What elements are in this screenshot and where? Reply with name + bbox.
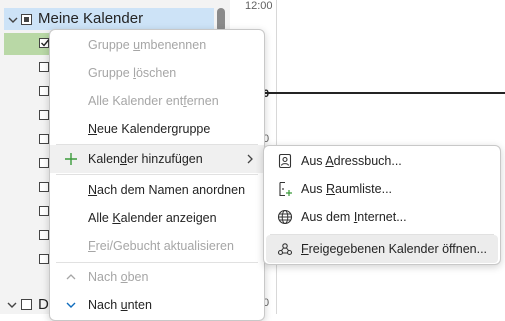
globe-icon (277, 209, 293, 225)
plus-icon (65, 153, 77, 165)
menu-item-label: Nach oben (88, 270, 149, 284)
chevron-down-icon[interactable] (7, 14, 19, 26)
menu-item-new-calendar-group[interactable]: Neue Kalendergruppe (50, 115, 264, 143)
menu-item-label: Gruppe umbenennen (88, 38, 207, 52)
menu-item-label: Alle Kalender anzeigen (88, 211, 217, 225)
submenu-item-label: Aus dem Internet... (301, 210, 407, 224)
menu-item-label: Gruppe löschen (88, 66, 177, 80)
calendar-checkbox[interactable] (39, 110, 49, 120)
calendar-checkbox[interactable] (39, 206, 49, 216)
submenu-item-open-shared-calendar[interactable]: Freigegebenen Kalender öffnen... (266, 235, 498, 263)
menu-item-delete-group[interactable]: Gruppe löschen (50, 59, 264, 87)
menu-item-label: Neue Kalendergruppe (88, 122, 211, 136)
menu-item-refresh-free-busy[interactable]: Frei/Gebucht aktualisieren (50, 232, 264, 260)
calendar-checkbox[interactable] (39, 182, 49, 192)
submenu-item-from-address-book[interactable]: Aus Adressbuch... (264, 147, 500, 175)
calendar-checkbox[interactable] (39, 134, 49, 144)
context-menu: Gruppe umbenennen Gruppe löschen Alle Ka… (49, 29, 265, 321)
current-time-line (230, 92, 505, 94)
calendar-group-label-2[interactable]: D (38, 296, 49, 313)
menu-item-move-down[interactable]: Nach unten (50, 291, 264, 319)
chevron-down-icon[interactable] (6, 299, 18, 311)
calendar-checkbox[interactable] (39, 230, 49, 240)
submenu-item-from-room-list[interactable]: Aus Raumliste... (264, 175, 500, 203)
room-list-icon (279, 181, 292, 197)
indeterminate-mark (24, 17, 29, 22)
submenu-item-label: Freigegebenen Kalender öffnen... (301, 242, 488, 256)
menu-item-add-calendar[interactable]: Kalender hinzufügen (50, 145, 264, 173)
menu-item-label: Kalender hinzufügen (88, 152, 203, 166)
menu-item-label: Nach dem Namen anordnen (88, 183, 246, 197)
calendar-checkbox[interactable] (39, 158, 49, 168)
submenu-item-label: Aus Raumliste... (301, 182, 393, 196)
calendar-checkbox[interactable] (39, 62, 49, 72)
menu-item-rename-group[interactable]: Gruppe umbenennen (50, 31, 264, 59)
submenu-item-from-internet[interactable]: Aus dem Internet... (264, 203, 500, 231)
chevron-down-icon (66, 302, 76, 308)
menu-item-show-all-calendars[interactable]: Alle Kalender anzeigen (50, 204, 264, 232)
chevron-up-icon (66, 274, 76, 280)
calendar-checkbox[interactable] (39, 254, 49, 264)
menu-item-label: Frei/Gebucht aktualisieren (88, 239, 234, 253)
time-label: 12:00 (245, 0, 273, 12)
menu-item-label: Alle Kalender entfernen (88, 94, 219, 108)
group-checkbox[interactable] (21, 14, 32, 25)
menu-separator (56, 174, 258, 175)
calendar-checkbox[interactable] (39, 86, 49, 96)
contact-card-icon (278, 153, 292, 169)
menu-item-move-up[interactable]: Nach oben (50, 263, 264, 291)
calendar-group-label[interactable]: Meine Kalender (38, 10, 143, 27)
shared-calendar-icon (277, 243, 293, 256)
menu-item-label: Nach unten (88, 298, 152, 312)
chevron-right-icon (247, 154, 253, 164)
calendar-checkbox-checked[interactable] (39, 38, 50, 48)
group-checkbox[interactable] (21, 299, 32, 310)
menu-item-sort-by-name[interactable]: Nach dem Namen anordnen (50, 176, 264, 204)
menu-item-remove-all-calendars[interactable]: Alle Kalender entfernen (50, 87, 264, 115)
submenu-item-label: Aus Adressbuch... (301, 154, 402, 168)
add-calendar-submenu: Aus Adressbuch... Aus Raumliste... Aus d… (263, 145, 501, 265)
